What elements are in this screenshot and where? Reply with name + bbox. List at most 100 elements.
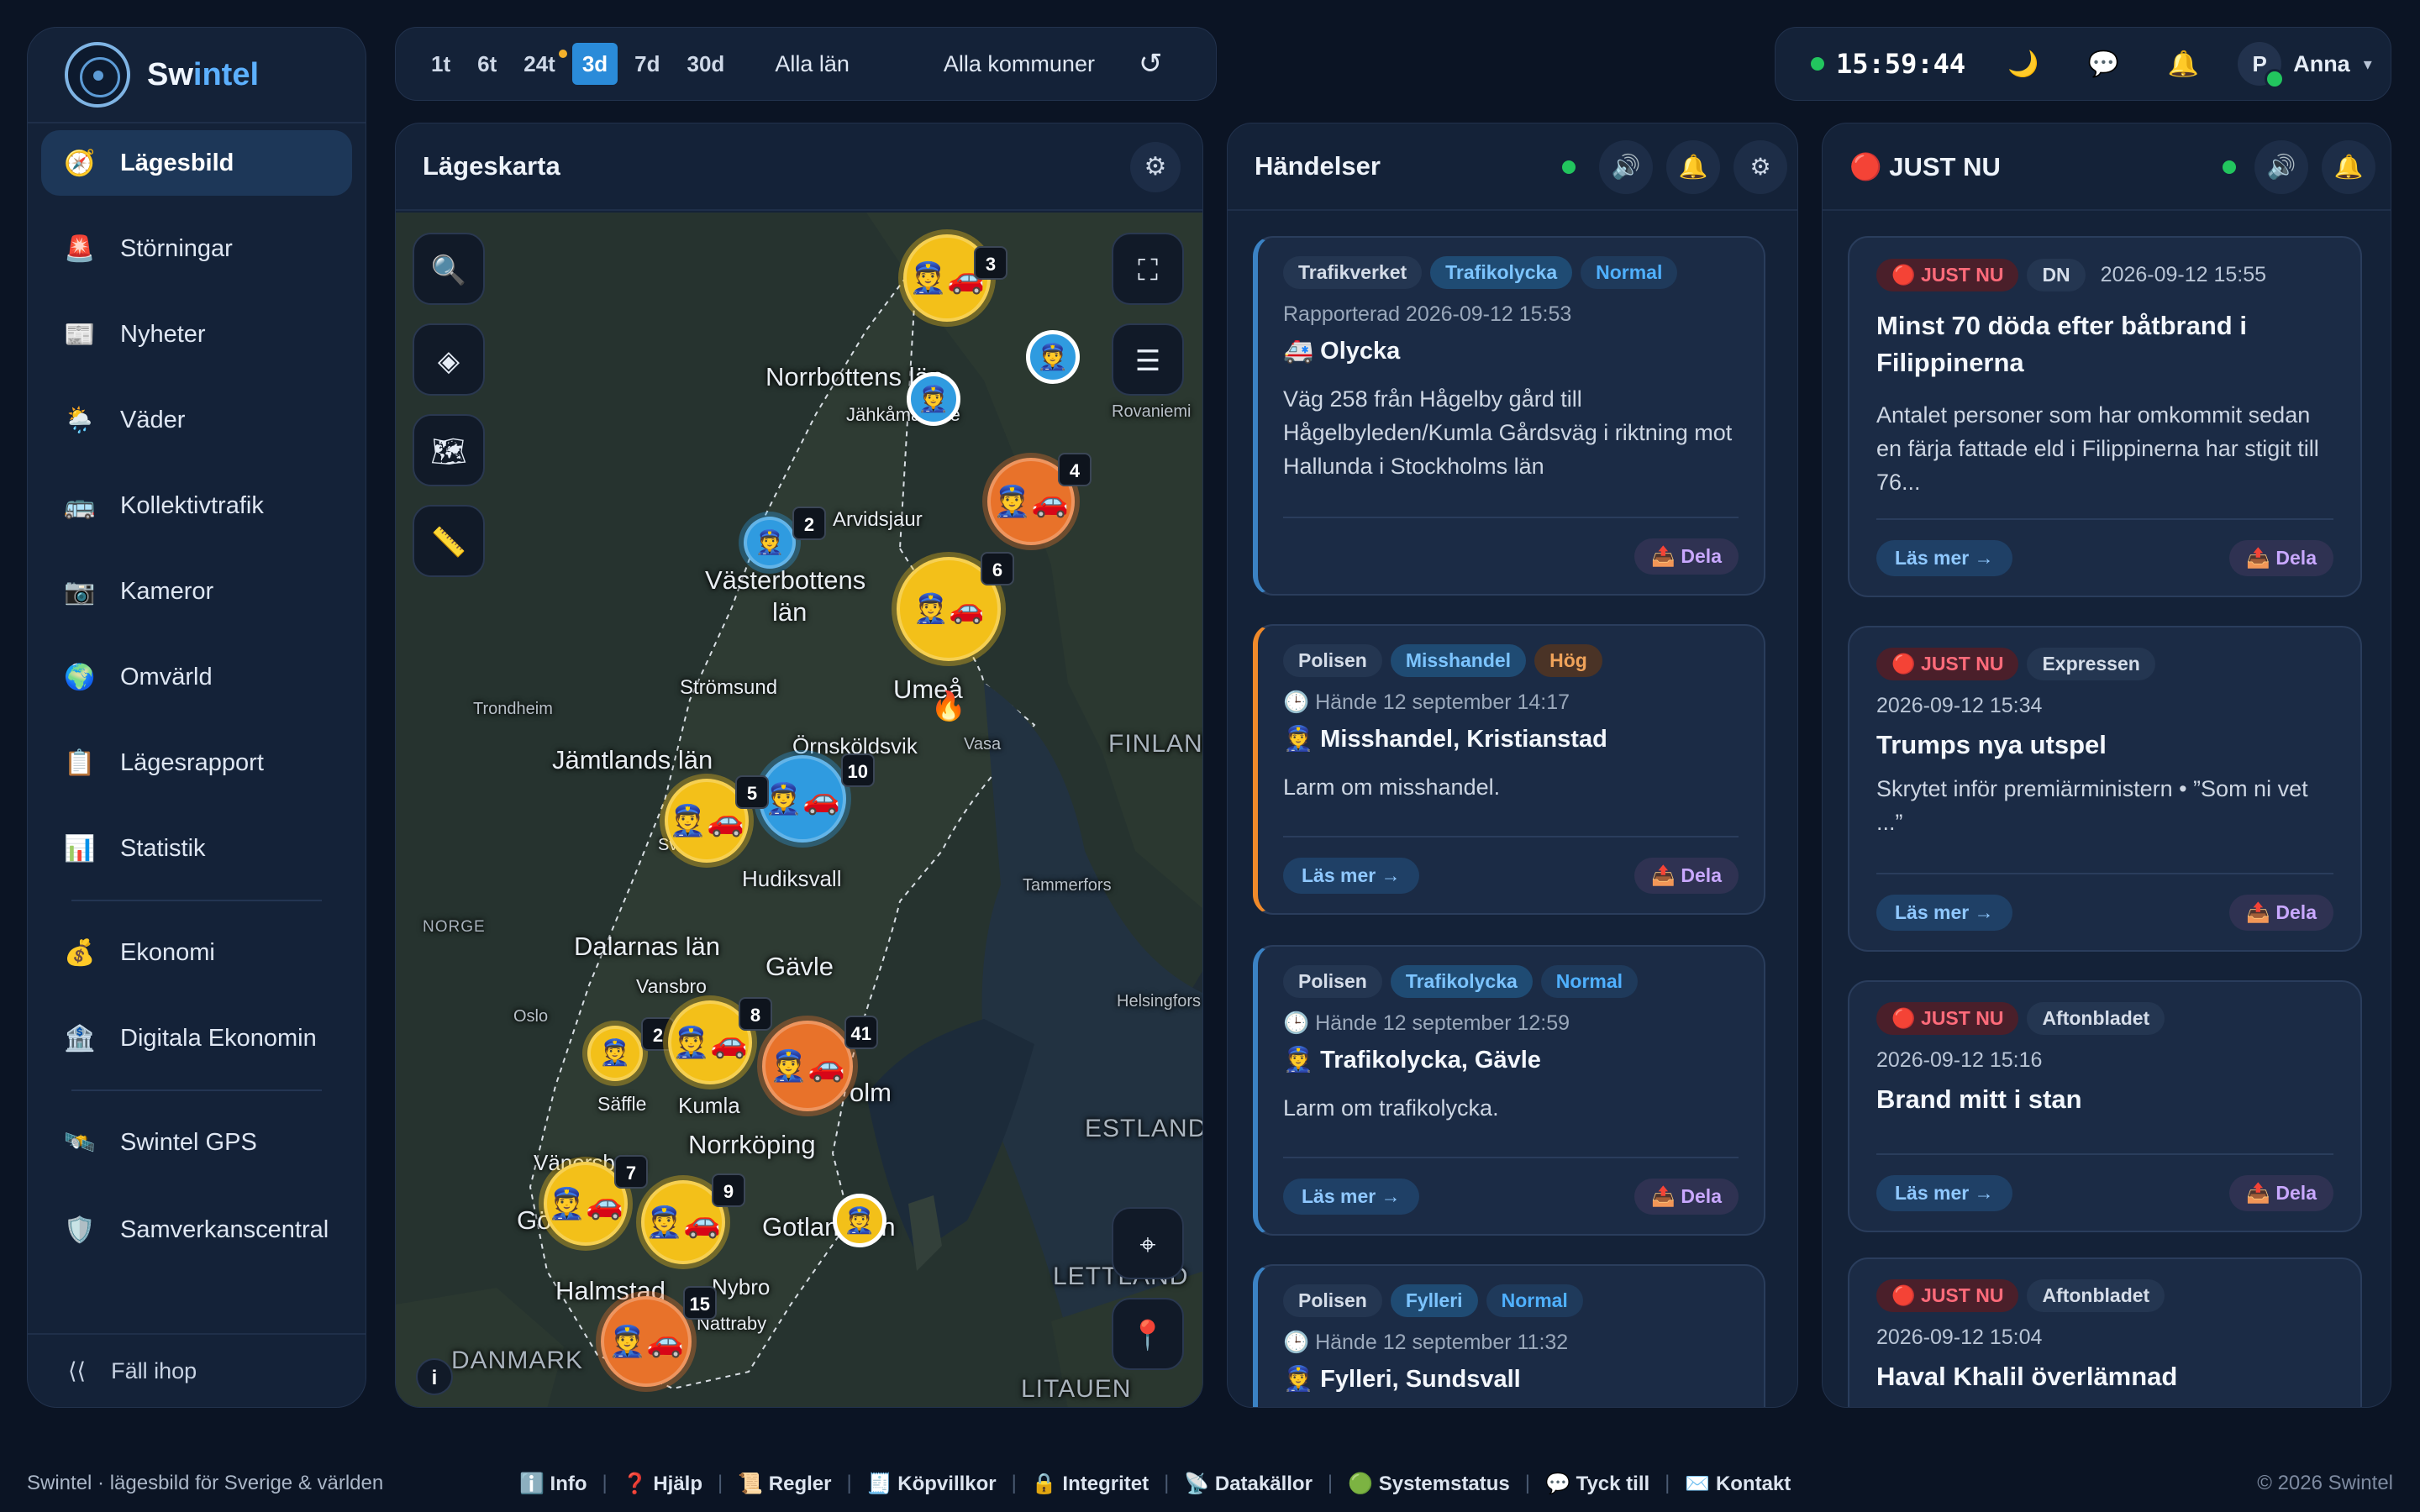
read-more-button[interactable]: Läs mer → [1283,857,1419,894]
incident-cluster[interactable]: 👮🚗 5 [665,775,769,863]
map-filter-button[interactable]: ☰ [1112,323,1184,396]
map-pin-button[interactable]: 📍 [1112,1298,1184,1370]
sidebar-item-label: Lägesbild [120,149,234,176]
map-label: Vasa [964,735,1002,753]
range-7d[interactable]: 7d [624,43,670,85]
incident-marker[interactable]: 👮 [1026,330,1080,384]
range-6t[interactable]: 6t [467,43,507,85]
satellite-icon: 🛰️ [64,1128,96,1157]
footer-link-systemstatus[interactable]: 🟢 Systemstatus [1348,1472,1510,1496]
sidebar-item-vader[interactable]: 🌦️ Väder [41,387,352,453]
map-fullscreen-button[interactable]: ⛶ [1112,233,1184,305]
gear-icon[interactable]: ⚙ [1733,140,1787,194]
footer-link-integritet[interactable]: 🔒 Integritet [1032,1472,1149,1496]
avatar[interactable]: P [2238,42,2286,89]
footer-link-regler[interactable]: 📜 Regler [738,1472,831,1496]
news-card[interactable]: 🔴 JUST NU Aftonbladet 2026-09-12 15:16 B… [1848,980,2362,1232]
read-more-button[interactable]: Läs mer → [1876,1174,2012,1211]
chevron-down-icon[interactable]: ▾ [2364,54,2372,75]
incident-cluster[interactable]: 👮🚗 4 [987,453,1092,545]
map-layers-button[interactable]: ◈ [413,323,485,396]
incident-cluster[interactable]: 👮🚗 10 [759,753,875,843]
sidebar-item-kameror[interactable]: 📷 Kameror [41,559,352,624]
map-info-button[interactable]: i [416,1358,453,1395]
money-bag-icon: 💰 [64,938,96,967]
sidebar-item-omvarld[interactable]: 🌍 Omvärld [41,644,352,710]
incident-cluster[interactable]: 👮🚗 7 [544,1155,648,1246]
footer-link-info[interactable]: ℹ️ Info [519,1472,587,1496]
read-more-button[interactable]: Läs mer → [1876,894,2012,931]
share-button[interactable]: 📤 Dela [2229,539,2333,576]
incident-cluster[interactable]: 👮🚗 15 [601,1286,717,1387]
bell-icon[interactable]: 🔔 [1666,140,1720,194]
incident-marker[interactable]: 👮 [833,1194,886,1247]
footer-link-tyck-till[interactable]: 💬 Tyck till [1545,1472,1649,1496]
incident-cluster[interactable]: 👮🚗🔥 6 [897,552,1014,722]
sound-icon[interactable]: 🔊 [1599,140,1653,194]
region-select[interactable]: Alla län [775,51,850,77]
footer-link-kontakt[interactable]: ✉️ Kontakt [1685,1472,1791,1496]
range-24t[interactable]: 24t [513,43,567,85]
brand-logo[interactable]: Swintel [28,28,366,123]
collapse-sidebar-button[interactable]: ⟨⟨ Fäll ihop [28,1333,366,1407]
live-status-dot [1811,57,1824,71]
read-more-button[interactable]: Läs mer → [1876,539,2012,576]
bell-icon[interactable]: 🔔 [2168,50,2199,79]
sidebar-item-ekonomi[interactable]: 💰 Ekonomi [41,920,352,985]
event-title: 👮 Fylleri, Sundsvall [1283,1366,1521,1393]
incident-cluster[interactable]: 👮🚗 41 [762,1016,878,1111]
sidebar-item-kollektivtrafik[interactable]: 🚌 Kollektivtrafik [41,473,352,538]
incident-cluster[interactable]: 👮 2 [744,507,826,569]
map-measure-button[interactable]: 📏 [413,505,485,577]
news-card[interactable]: 🔴 JUST NU DN 2026-09-12 15:55 Minst 70 d… [1848,236,2362,597]
gear-icon[interactable]: ⚙ [1130,142,1181,192]
event-title: 👮 Misshandel, Kristianstad [1283,726,1607,753]
event-card[interactable]: Polisen Fylleri Normal 🕒 Hände 12 septem… [1253,1264,1765,1407]
read-more-button[interactable]: Läs mer → [1283,1178,1419,1215]
footer-link-datakallor[interactable]: 📡 Datakällor [1184,1472,1313,1496]
incident-cluster[interactable]: 👮🚗 9 [641,1173,745,1264]
footer-link-kopvillkor[interactable]: 🧾 Köpvillkor [867,1472,997,1496]
share-button[interactable]: 📤 Dela [1634,538,1739,575]
sound-icon[interactable]: 🔊 [2254,140,2308,194]
map-search-button[interactable]: 🔍 [413,233,485,305]
user-name[interactable]: Anna [2293,51,2350,77]
sidebar-item-digitala-ekonomin[interactable]: 🏦 Digitala Ekonomin [41,1005,352,1071]
sidebar-item-storningar[interactable]: 🚨 Störningar [41,216,352,281]
range-3d[interactable]: 3d [571,43,618,85]
sidebar-item-statistik[interactable]: 📊 Statistik [41,816,352,881]
sidebar-item-swintel-gps[interactable]: 🛰️ Swintel GPS [41,1110,352,1175]
sidebar-item-label: Lägesrapport [120,748,264,776]
sidebar-item-nyheter[interactable]: 📰 Nyheter [41,302,352,367]
footer-separator: | [1524,1472,1531,1494]
map-style-button[interactable]: 🗺 [413,414,485,486]
event-card[interactable]: Trafikverket Trafikolycka Normal Rapport… [1253,236,1765,596]
news-card[interactable]: 🔴 JUST NU Aftonbladet 2026-09-12 15:04 H… [1848,1257,2362,1407]
incident-cluster[interactable]: 👮🚗 8 [668,997,772,1084]
moon-icon[interactable]: 🌙 [2007,50,2039,79]
event-card[interactable]: Polisen Misshandel Hög 🕒 Hände 12 septem… [1253,624,1765,915]
map-canvas[interactable]: Norrbottens län Jähkåmåhkke Rovaniemi Ar… [396,213,1202,1407]
incident-cluster[interactable]: 👮🚗 3 [903,234,1007,322]
sidebar-item-samverkanscentral[interactable]: 🛡️ Samverkanscentral [41,1197,352,1263]
chat-icon[interactable]: 💬 [2087,50,2118,79]
sidebar-item-lagesbild[interactable]: 🧭 Lägesbild [41,130,352,196]
news-card[interactable]: 🔴 JUST NU Expressen 2026-09-12 15:34 Tru… [1848,626,2362,952]
share-button[interactable]: 📤 Dela [2229,1174,2333,1211]
share-button[interactable]: 📤 Dela [2229,894,2333,931]
event-card[interactable]: Polisen Trafikolycka Normal 🕒 Hände 12 s… [1253,945,1765,1236]
range-30d[interactable]: 30d [677,43,735,85]
footer-separator: | [602,1472,608,1494]
incident-marker[interactable]: 👮 [907,372,960,426]
range-1t[interactable]: 1t [421,43,460,85]
share-button[interactable]: 📤 Dela [1634,857,1739,894]
bell-icon[interactable]: 🔔 [2322,140,2375,194]
municipality-select[interactable]: Alla kommuner [944,51,1095,77]
refresh-icon[interactable]: ↺ [1139,47,1163,81]
sidebar-item-lagesrapport[interactable]: 📋 Lägesrapport [41,730,352,795]
share-button[interactable]: 📤 Dela [1634,1178,1739,1215]
map-locate-button[interactable]: ⌖ [1112,1207,1184,1279]
footer-link-hjalp[interactable]: ❓ Hjälp [623,1472,702,1496]
incident-cluster[interactable]: 👮 2 [587,1017,675,1081]
cluster-count-badge: 4 [1058,453,1092,486]
